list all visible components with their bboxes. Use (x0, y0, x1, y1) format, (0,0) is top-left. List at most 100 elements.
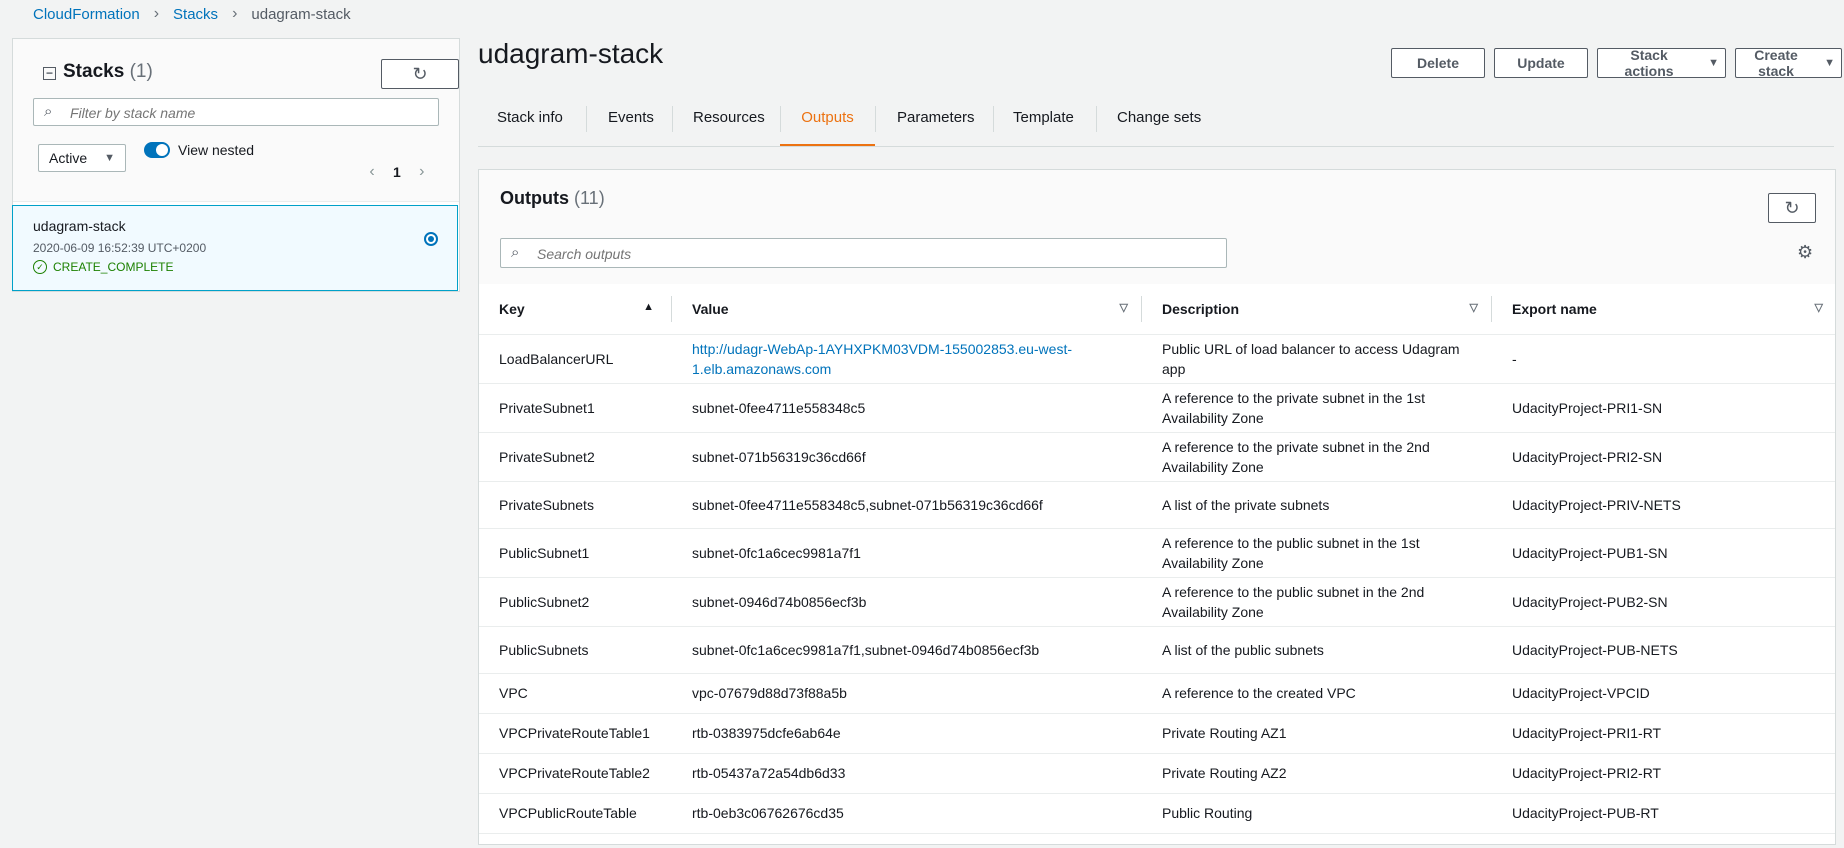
tab-template[interactable]: Template (1013, 98, 1074, 146)
tab-change-sets[interactable]: Change sets (1117, 98, 1201, 146)
caret-down-icon: ▼ (1708, 57, 1719, 69)
stack-select-radio[interactable] (424, 232, 438, 246)
column-header-label: Export name (1512, 301, 1597, 317)
refresh-icon: ↻ (1784, 198, 1800, 218)
output-export-name: UdacityProject-PUB1-SN (1492, 528, 1835, 578)
breadcrumb-cloudformation[interactable]: CloudFormation (33, 6, 140, 23)
stack-list-item[interactable]: udagram-stack 2020-06-09 16:52:39 UTC+02… (12, 205, 458, 291)
stack-filter-field[interactable]: ⌕ (33, 98, 439, 126)
sort-icon[interactable]: ▽ (1120, 301, 1128, 314)
output-key: PublicSubnets (479, 626, 672, 674)
view-nested-toggle[interactable] (144, 142, 170, 158)
output-value: subnet-0fc1a6cec9981a7f1 (672, 528, 1142, 578)
output-description: Public URL of load balancer to access Ud… (1142, 334, 1492, 384)
output-value: rtb-0383975dcfe6ab64e (672, 713, 1142, 754)
output-description: A reference to the public subnet in the … (1142, 528, 1492, 578)
outputs-panel: Outputs (11) ↻ ⌕ ⚙ Key ▲ Value ▽ Descripti… (478, 169, 1836, 845)
delete-button-label: Delete (1416, 55, 1460, 71)
output-value: subnet-0fee4711e558348c5,subnet-071b5631… (672, 481, 1142, 529)
column-header-label: Value (692, 301, 729, 317)
tab-divider (1096, 106, 1097, 132)
stacks-panel: − Stacks (1) ↻ ⌕ Active ▼ View nested ‹ … (12, 38, 460, 292)
table-row: LoadBalancerURL http://udagr-WebAp-1AYHX… (479, 334, 1835, 384)
check-circle-icon: ✓ (33, 260, 47, 274)
column-header-description[interactable]: Description ▽ (1142, 284, 1492, 335)
output-key: PrivateSubnet1 (479, 383, 672, 433)
stack-actions-label: Stack actions (1624, 47, 1674, 79)
tab-events[interactable]: Events (608, 98, 654, 146)
sort-icon[interactable]: ▽ (1470, 301, 1478, 314)
output-export-name: UdacityProject-VPCID (1492, 673, 1835, 714)
column-header-label: Description (1162, 301, 1240, 317)
stacks-panel-header: − Stacks (1) ↻ ⌕ Active ▼ View nested ‹ … (13, 39, 459, 202)
view-nested-label: View nested (178, 142, 255, 158)
stack-created-date: 2020-06-09 16:52:39 UTC+0200 (33, 241, 207, 255)
previous-page-icon[interactable]: ‹ (365, 163, 379, 181)
stacks-title-text: Stacks (63, 61, 125, 82)
table-row: PublicSubnet2 subnet-0946d74b0856ecf3b A… (479, 577, 1835, 627)
toggle-knob (156, 144, 168, 156)
output-export-name: UdacityProject-PRI2-RT (1492, 753, 1835, 794)
stacks-count: (1) (129, 61, 153, 82)
sort-icon[interactable]: ▽ (1815, 301, 1823, 314)
output-key: VPC (479, 673, 672, 714)
column-header-export-name[interactable]: Export name ▽ (1492, 284, 1835, 335)
column-header-label: Key (499, 301, 525, 317)
caret-down-icon: ▼ (1824, 57, 1835, 69)
output-value: subnet-0946d74b0856ecf3b (672, 577, 1142, 627)
collapse-icon[interactable]: − (43, 67, 56, 80)
update-button[interactable]: Update (1494, 48, 1588, 78)
outputs-search-input[interactable] (535, 245, 1219, 263)
output-export-name: - (1492, 334, 1835, 384)
create-stack-label: Create stack (1754, 47, 1798, 79)
breadcrumb-stacks[interactable]: Stacks (173, 6, 218, 23)
table-header-row: Key ▲ Value ▽ Description ▽ Export name ▽ (479, 284, 1835, 335)
status-filter-select[interactable]: Active ▼ (38, 144, 126, 172)
refresh-icon: ↻ (412, 64, 428, 84)
tab-divider (672, 106, 673, 132)
output-key: PrivateSubnets (479, 481, 672, 529)
output-value-link[interactable]: http://udagr-WebAp-1AYHXPKM03VDM-1550028… (692, 341, 1072, 377)
tab-stack-info[interactable]: Stack info (497, 98, 563, 146)
chevron-right-icon: › (232, 5, 238, 22)
output-value: rtb-05437a72a54db6d33 (672, 753, 1142, 794)
outputs-search-field[interactable]: ⌕ (500, 238, 1227, 268)
tab-divider (875, 106, 876, 132)
output-value: subnet-0fee4711e558348c5 (672, 383, 1142, 433)
output-value: rtb-0eb3c06762676cd35 (672, 793, 1142, 834)
page-number[interactable]: 1 (393, 164, 401, 180)
output-key: PublicSubnet1 (479, 528, 672, 578)
gear-icon[interactable]: ⚙ (1797, 242, 1813, 263)
sort-ascending-icon[interactable]: ▲ (643, 301, 654, 313)
next-page-icon[interactable]: › (415, 163, 429, 181)
output-description: A reference to the private subnet in the… (1142, 383, 1492, 433)
outputs-refresh-button[interactable]: ↻ (1768, 193, 1816, 223)
output-export-name: UdacityProject-PUB-RT (1492, 793, 1835, 834)
radio-dot (428, 236, 434, 242)
caret-down-icon: ▼ (104, 152, 115, 164)
stacks-refresh-button[interactable]: ↻ (381, 59, 459, 89)
outputs-header: Outputs (11) ↻ ⌕ ⚙ (479, 170, 1835, 285)
output-description: Private Routing AZ1 (1142, 713, 1492, 754)
table-row: VPC vpc-07679d88d73f88a5b A reference to… (479, 673, 1835, 714)
tab-resources[interactable]: Resources (693, 98, 765, 146)
stack-actions-button[interactable]: Stack actions ▼ (1597, 47, 1726, 79)
column-header-key[interactable]: Key ▲ (479, 284, 672, 335)
table-row: PrivateSubnet2 subnet-071b56319c36cd66f … (479, 432, 1835, 482)
delete-button[interactable]: Delete (1391, 48, 1485, 78)
column-header-value[interactable]: Value ▽ (672, 284, 1142, 335)
chevron-right-icon: › (153, 5, 160, 22)
stack-tabs: Stack info Events Resources Outputs Para… (478, 98, 1834, 147)
tab-divider (586, 106, 587, 132)
output-key: VPCPrivateRouteTable1 (479, 713, 672, 754)
stack-filter-input[interactable] (68, 104, 432, 122)
output-key: PrivateSubnet2 (479, 432, 672, 482)
output-description: Public Routing (1142, 793, 1492, 834)
create-stack-button[interactable]: Create stack ▼ (1735, 47, 1842, 79)
stack-name[interactable]: udagram-stack (33, 218, 126, 234)
tab-outputs[interactable]: Outputs (780, 98, 875, 146)
page-title: udagram-stack (478, 38, 664, 69)
output-export-name: UdacityProject-PRI2-SN (1492, 432, 1835, 482)
stacks-pagination: ‹ 1 › (365, 163, 429, 181)
tab-parameters[interactable]: Parameters (897, 98, 975, 146)
